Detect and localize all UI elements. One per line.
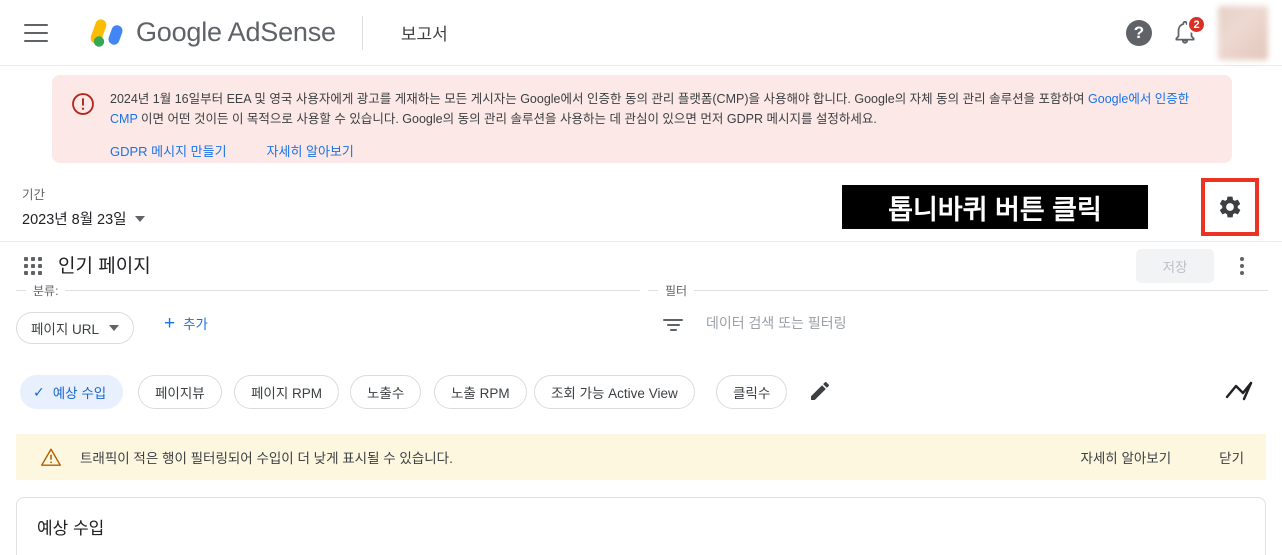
- header-divider: [361, 15, 363, 50]
- top-bar-actions: ? 2: [1126, 0, 1268, 66]
- brand-text: Google AdSense: [136, 17, 336, 47]
- metric-chip-clicks[interactable]: 클릭수: [716, 375, 788, 409]
- check-icon: ✓: [33, 383, 45, 400]
- report-config-row: 분류: 페이지 URL + 추가 필터: [0, 282, 1282, 365]
- metric-chip-label: 페이지 RPM: [251, 386, 323, 401]
- save-button[interactable]: 저장: [1136, 249, 1214, 283]
- metric-chip-label: 클릭수: [733, 386, 771, 401]
- cmp-text: 2024년 1월 16일부터 EEA 및 영국 사용자에게 광고를 게재하는 모…: [110, 89, 1214, 129]
- warning-learn-more-link[interactable]: 자세히 알아보기: [1080, 447, 1171, 467]
- metric-chip-active-view-viewable[interactable]: 조회 가능 Active View: [534, 375, 695, 409]
- estimated-earnings-card: 예상 수입: [16, 497, 1266, 555]
- warning-text: 트래픽이 적은 행이 필터링되어 수입이 더 낮게 표시될 수 있습니다.: [80, 451, 453, 466]
- add-dimension-button[interactable]: + 추가: [164, 313, 208, 333]
- metric-chip-page-rpm[interactable]: 페이지 RPM: [234, 375, 340, 409]
- more-vertical-icon[interactable]: [1230, 251, 1254, 281]
- warning-triangle-icon: [40, 447, 62, 467]
- help-icon[interactable]: ?: [1126, 20, 1152, 46]
- hamburger-menu-icon[interactable]: [24, 23, 48, 42]
- classification-chip-label: 페이지 URL: [31, 322, 100, 337]
- filter-input[interactable]: [706, 315, 1226, 331]
- date-range-selector[interactable]: 2023년 8월 23일: [22, 208, 145, 229]
- settings-gear-highlight[interactable]: [1201, 178, 1259, 236]
- date-range-label: 기간: [22, 188, 46, 202]
- metric-chip-label: 예상 수입: [52, 386, 107, 401]
- report-title: 인기 페이지: [58, 256, 151, 277]
- classification-fieldset: 분류: 페이지 URL + 추가: [16, 282, 640, 362]
- notifications-button[interactable]: 2: [1172, 15, 1206, 47]
- metric-chip-label: 조회 가능 Active View: [551, 386, 678, 401]
- filter-fieldset: 필터: [648, 282, 1268, 362]
- low-traffic-warning-bar: 트래픽이 적은 행이 필터링되어 수입이 더 낮게 표시될 수 있습니다. 자세…: [16, 434, 1266, 480]
- metric-chip-impression-rpm[interactable]: 노출 RPM: [434, 375, 527, 409]
- plus-icon: +: [164, 312, 176, 334]
- error-circle-icon: [70, 91, 96, 117]
- brand[interactable]: Google AdSense: [88, 16, 336, 50]
- report-header: 인기 페이지 저장: [0, 243, 1282, 291]
- classification-chip-page-url[interactable]: 페이지 URL: [16, 312, 135, 344]
- annotation-callout: 톱니바퀴 버튼 클릭: [842, 185, 1148, 229]
- metric-chip-estimated-earnings[interactable]: ✓ 예상 수입: [20, 375, 124, 409]
- pencil-icon[interactable]: [808, 379, 832, 403]
- cmp-notice-banner: 2024년 1월 16일부터 EEA 및 영국 사용자에게 광고를 게재하는 모…: [52, 75, 1232, 163]
- date-range-value: 2023년 8월 23일: [22, 212, 127, 228]
- cmp-body: 2024년 1월 16일부터 EEA 및 영국 사용자에게 광고를 게재하는 모…: [110, 89, 1214, 163]
- chevron-down-icon: [134, 215, 145, 222]
- avatar[interactable]: [1218, 6, 1268, 60]
- cmp-line2: 이면 어떤 것이든 이 목적으로 사용할 수 있습니다. Google의 동의 …: [137, 112, 877, 126]
- metric-chip-label: 노출 RPM: [451, 386, 510, 401]
- chevron-down-icon: [109, 325, 120, 331]
- trending-line-icon[interactable]: [1224, 379, 1254, 405]
- top-bar: Google AdSense 보고서 ? 2: [0, 0, 1282, 66]
- create-gdpr-message-link[interactable]: GDPR 메시지 만들기: [110, 141, 227, 160]
- add-dimension-label: 추가: [183, 317, 208, 332]
- metric-chip-row: ✓ 예상 수입 페이지뷰 페이지 RPM 노출수 노출 RPM 조회 가능 Ac…: [0, 375, 1282, 430]
- classification-legend: 분류:: [26, 282, 66, 299]
- metric-chip-label: 노출수: [367, 386, 405, 401]
- app-root: Google AdSense 보고서 ? 2 2024년 1월 16일부터 EE…: [0, 0, 1282, 555]
- apps-grid-icon[interactable]: [24, 257, 42, 275]
- warning-close-link[interactable]: 닫기: [1219, 447, 1244, 467]
- metric-chip-pageviews[interactable]: 페이지뷰: [138, 375, 222, 409]
- cmp-line1: 2024년 1월 16일부터 EEA 및 영국 사용자에게 광고를 게재하는 모…: [110, 92, 1089, 106]
- metric-chip-impressions[interactable]: 노출수: [350, 375, 422, 409]
- estimated-earnings-title: 예상 수입: [37, 519, 105, 538]
- warning-actions: 자세히 알아보기 닫기: [1080, 447, 1244, 467]
- gear-icon: [1219, 196, 1241, 218]
- filter-icon[interactable]: [662, 319, 684, 335]
- cmp-learn-more-link[interactable]: 자세히 알아보기: [267, 141, 354, 160]
- annotation-text: 톱니바퀴 버튼 클릭: [888, 194, 1102, 225]
- page-title: 보고서: [400, 25, 448, 44]
- filter-legend: 필터: [658, 282, 695, 299]
- notification-badge: 2: [1187, 15, 1206, 34]
- metric-chip-label: 페이지뷰: [155, 386, 205, 401]
- adsense-logo-icon: [88, 16, 126, 50]
- cmp-actions: GDPR 메시지 만들기 자세히 알아보기: [110, 141, 1214, 160]
